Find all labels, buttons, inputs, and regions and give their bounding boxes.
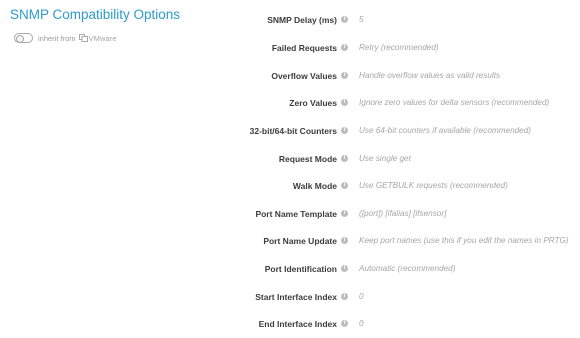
setting-row-end-interface-index: End Interface Index i 0 <box>0 317 580 331</box>
setting-row-zero-values: Zero Values i Ignore zero values for del… <box>0 96 580 110</box>
info-icon[interactable]: i <box>341 182 348 189</box>
setting-label: Port Identification <box>264 264 337 274</box>
setting-value[interactable]: ([port]) [ifalias] [ifsensor] <box>359 207 446 221</box>
setting-label: Failed Requests <box>271 43 337 53</box>
setting-label: SNMP Delay (ms) <box>267 15 337 25</box>
setting-value[interactable]: 0 <box>359 317 364 331</box>
setting-row-counters: 32-bit/64-bit Counters i Use 64-bit coun… <box>0 124 580 138</box>
setting-label: Overflow Values <box>271 71 337 81</box>
setting-value[interactable]: Ignore zero values for delta sensors (re… <box>359 96 549 110</box>
setting-row-snmp-delay: SNMP Delay (ms) i 5 <box>0 13 580 27</box>
setting-value[interactable]: 0 <box>359 290 364 304</box>
info-icon[interactable]: i <box>341 72 348 79</box>
info-icon[interactable]: i <box>341 155 348 162</box>
settings-list: SNMP Delay (ms) i 5 Failed Requests i Re… <box>0 0 580 338</box>
setting-label: End Interface Index <box>258 319 337 329</box>
setting-value[interactable]: Use 64-bit counters if available (recomm… <box>359 124 531 138</box>
setting-label: Zero Values <box>289 98 337 108</box>
setting-value[interactable]: 5 <box>359 13 364 27</box>
setting-label: Walk Mode <box>292 181 337 191</box>
setting-label: Port Name Update <box>263 236 337 246</box>
info-icon[interactable]: i <box>341 237 348 244</box>
info-icon[interactable]: i <box>341 265 348 272</box>
setting-value[interactable]: Use single get <box>359 152 411 166</box>
setting-row-port-name-update: Port Name Update i Keep port names (use … <box>0 234 580 248</box>
setting-label: Port Name Template <box>255 209 337 219</box>
info-icon[interactable]: i <box>341 210 348 217</box>
info-icon[interactable]: i <box>341 293 348 300</box>
setting-row-walk-mode: Walk Mode i Use GETBULK requests (recomm… <box>0 179 580 193</box>
setting-label: Start Interface Index <box>255 292 337 302</box>
setting-value[interactable]: Handle overflow values as valid results <box>359 69 500 83</box>
setting-label: 32-bit/64-bit Counters <box>249 126 337 136</box>
info-icon[interactable]: i <box>341 44 348 51</box>
info-icon[interactable]: i <box>341 320 348 327</box>
setting-value[interactable]: Use GETBULK requests (recommended) <box>359 179 508 193</box>
setting-value[interactable]: Retry (recommended) <box>359 41 439 55</box>
setting-row-failed-requests: Failed Requests i Retry (recommended) <box>0 41 580 55</box>
setting-row-port-identification: Port Identification i Automatic (recomme… <box>0 262 580 276</box>
info-icon[interactable]: i <box>341 127 348 134</box>
info-icon[interactable]: i <box>341 16 348 23</box>
setting-value[interactable]: Keep port names (use this if you edit th… <box>359 234 569 248</box>
setting-row-start-interface-index: Start Interface Index i 0 <box>0 290 580 304</box>
setting-label: Request Mode <box>278 154 337 164</box>
setting-row-overflow-values: Overflow Values i Handle overflow values… <box>0 69 580 83</box>
setting-row-port-name-template: Port Name Template i ([port]) [ifalias] … <box>0 207 580 221</box>
setting-value[interactable]: Automatic (recommended) <box>359 262 455 276</box>
info-icon[interactable]: i <box>341 99 348 106</box>
setting-row-request-mode: Request Mode i Use single get <box>0 152 580 166</box>
